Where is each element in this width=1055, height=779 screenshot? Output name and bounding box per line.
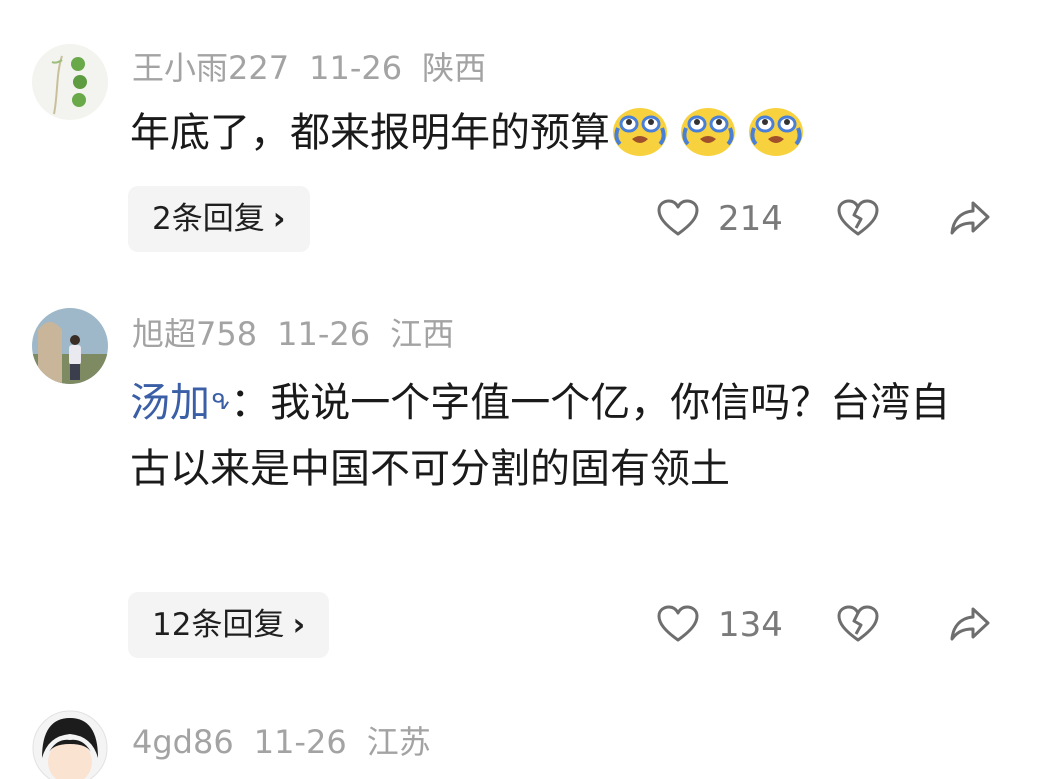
avatar-image	[32, 710, 108, 779]
comment-actions: 134	[650, 596, 1010, 656]
comment-meta: 王小雨227 11-26 陕西	[132, 48, 506, 88]
comment-text-content: ：我说一个字值一个亿，你信吗？台湾自古以来是中国不可分割的固有领土	[130, 380, 951, 492]
comment-meta: 4gd86 11-26 江苏	[132, 722, 451, 762]
avatar-image	[32, 44, 108, 120]
comment-date: 11-26	[253, 723, 347, 761]
view-replies-button[interactable]: 12条回复 ›	[128, 592, 330, 658]
comment-meta: 旭超758 11-26 江西	[132, 314, 474, 354]
comment-text: 汤加ᕴ：我说一个字值一个亿，你信吗？台湾自古以来是中国不可分割的固有领土	[130, 370, 980, 502]
heart-outline-icon[interactable]	[656, 198, 700, 238]
username[interactable]: 旭超758	[132, 315, 257, 353]
comment-location: 江苏	[366, 723, 431, 761]
broken-heart-icon[interactable]	[836, 198, 880, 238]
comment-location: 江西	[390, 315, 455, 353]
share-arrow-icon[interactable]	[948, 604, 992, 644]
view-replies-button[interactable]: 2条回复 ›	[128, 186, 310, 252]
crying-laughing-emoji-icon	[681, 108, 735, 156]
search-mention-icon[interactable]: ᕴ	[212, 390, 230, 415]
username[interactable]: 王小雨227	[132, 49, 289, 87]
comment-date: 11-26	[309, 49, 403, 87]
crying-laughing-emoji-icon	[749, 108, 803, 156]
comment-actions: 214	[650, 190, 1010, 250]
avatar-image	[32, 308, 108, 384]
avatar[interactable]	[32, 44, 108, 120]
comment-text: 年底了，都来报明年的预算	[130, 100, 980, 166]
avatar[interactable]	[32, 308, 108, 384]
comment-text-content: 年底了，都来报明年的预算	[130, 110, 610, 156]
like-count: 214	[718, 199, 783, 239]
comment-list: 王小雨227 11-26 陕西 年底了，都来报明年的预算 2条回复 › 214 …	[0, 0, 1055, 779]
comment-date: 11-26	[277, 315, 371, 353]
mention-link[interactable]: 汤加	[130, 380, 210, 426]
replies-label: 12条回复	[152, 607, 285, 643]
heart-outline-icon[interactable]	[656, 604, 700, 644]
comment-location: 陕西	[422, 49, 487, 87]
avatar[interactable]	[32, 710, 108, 779]
crying-laughing-emoji-icon	[613, 108, 667, 156]
username[interactable]: 4gd86	[132, 723, 234, 761]
replies-label: 2条回复	[152, 201, 265, 237]
chevron-right-icon: ›	[292, 607, 306, 643]
like-count: 134	[718, 605, 783, 645]
share-arrow-icon[interactable]	[948, 198, 992, 238]
chevron-right-icon: ›	[272, 201, 286, 237]
broken-heart-icon[interactable]	[836, 604, 880, 644]
